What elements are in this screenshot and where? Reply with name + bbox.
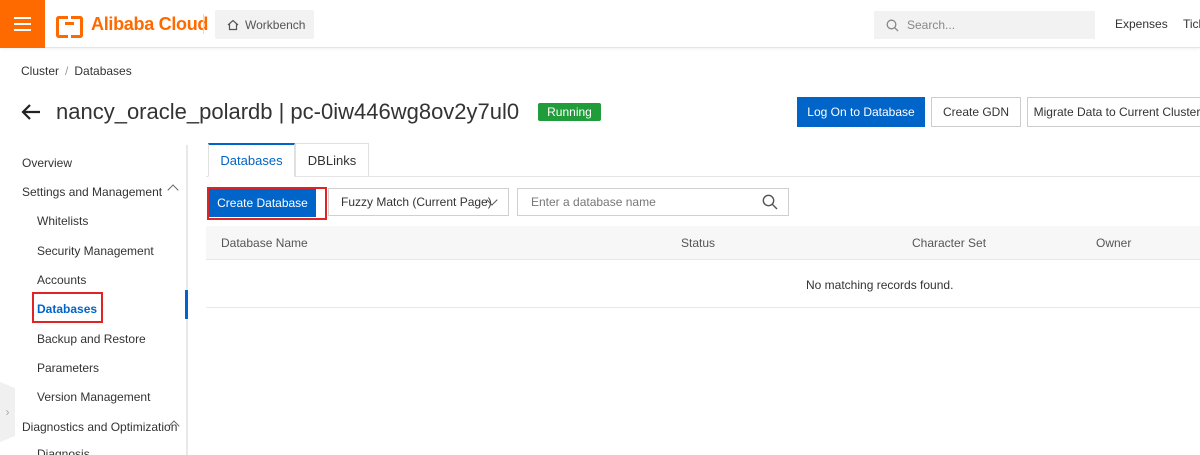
- menu-icon[interactable]: [0, 0, 45, 48]
- highlight-box-create-database: [207, 187, 327, 220]
- sidebar-item-security-management[interactable]: Security Management: [37, 244, 154, 258]
- back-arrow-icon[interactable]: [20, 101, 42, 123]
- sidebar-item-backup-and-restore[interactable]: Backup and Restore: [37, 332, 146, 346]
- sidebar-item-parameters[interactable]: Parameters: [37, 361, 99, 375]
- log-on-to-database-button[interactable]: Log On to Database: [797, 97, 925, 127]
- expenses-link[interactable]: Expenses: [1115, 17, 1168, 31]
- brand-name: Alibaba Cloud: [91, 13, 209, 34]
- match-mode-value: Fuzzy Match (Current Page): [341, 195, 492, 209]
- column-header-owner: Owner: [1096, 236, 1132, 250]
- status-badge: Running: [538, 103, 601, 121]
- search-icon: [886, 19, 899, 31]
- sidebar-collapse-handle[interactable]: ›: [0, 382, 15, 442]
- sidebar-item-version-management[interactable]: Version Management: [37, 390, 150, 404]
- sidebar-item-whitelists[interactable]: Whitelists: [37, 214, 88, 228]
- tab-dblinks[interactable]: DBLinks: [295, 143, 369, 177]
- logo-mark-icon: [56, 16, 83, 38]
- breadcrumb-cluster[interactable]: Cluster: [21, 64, 59, 78]
- sidebar-group-diagnostics-and-optimization[interactable]: Diagnostics and Optimization: [22, 420, 177, 434]
- highlight-box-databases: [32, 292, 103, 323]
- column-header-database-name: Database Name: [221, 236, 308, 250]
- chevron-right-icon: ›: [5, 405, 10, 419]
- global-search-placeholder: Search...: [907, 18, 956, 32]
- sidebar-item-diagnosis[interactable]: Diagnosis: [37, 447, 90, 455]
- table-header: Database Name Status Character Set Owner: [206, 226, 1200, 260]
- workbench-label: Workbench: [245, 17, 306, 32]
- ticket-link[interactable]: Tick: [1183, 17, 1200, 31]
- home-icon: [227, 19, 239, 30]
- database-search-input[interactable]: [518, 189, 748, 215]
- empty-state-message: No matching records found.: [806, 278, 954, 292]
- column-header-character-set: Character Set: [912, 236, 987, 250]
- divider: [203, 14, 204, 34]
- page-header: nancy_oracle_polardb | pc-0iw446wg8ov2y7…: [20, 98, 601, 126]
- breadcrumb-databases: Databases: [74, 64, 132, 78]
- top-navigation-bar: Alibaba Cloud Workbench Search... Expens…: [0, 0, 1200, 48]
- column-header-status: Status: [681, 236, 716, 250]
- alibaba-cloud-logo[interactable]: Alibaba Cloud: [56, 12, 209, 38]
- database-search-field[interactable]: [517, 188, 789, 216]
- workbench-button[interactable]: Workbench: [215, 10, 314, 39]
- tab-databases[interactable]: Databases: [208, 143, 295, 177]
- global-search-input[interactable]: Search...: [874, 11, 1095, 39]
- sidebar-active-indicator: [185, 290, 188, 319]
- match-mode-select[interactable]: Fuzzy Match (Current Page): [328, 188, 509, 216]
- sidebar-group-settings-and-management[interactable]: Settings and Management: [22, 185, 162, 199]
- sidebar-item-accounts[interactable]: Accounts: [37, 273, 86, 287]
- sidebar-item-overview[interactable]: Overview: [22, 156, 72, 170]
- create-gdn-button[interactable]: Create GDN: [931, 97, 1021, 127]
- page-title: nancy_oracle_polardb | pc-0iw446wg8ov2y7…: [56, 99, 520, 124]
- breadcrumb: Cluster / Databases: [21, 64, 132, 78]
- migrate-data-button[interactable]: Migrate Data to Current Cluster: [1027, 97, 1200, 127]
- search-icon[interactable]: [762, 194, 778, 210]
- table-empty-row: No matching records found.: [206, 261, 1200, 308]
